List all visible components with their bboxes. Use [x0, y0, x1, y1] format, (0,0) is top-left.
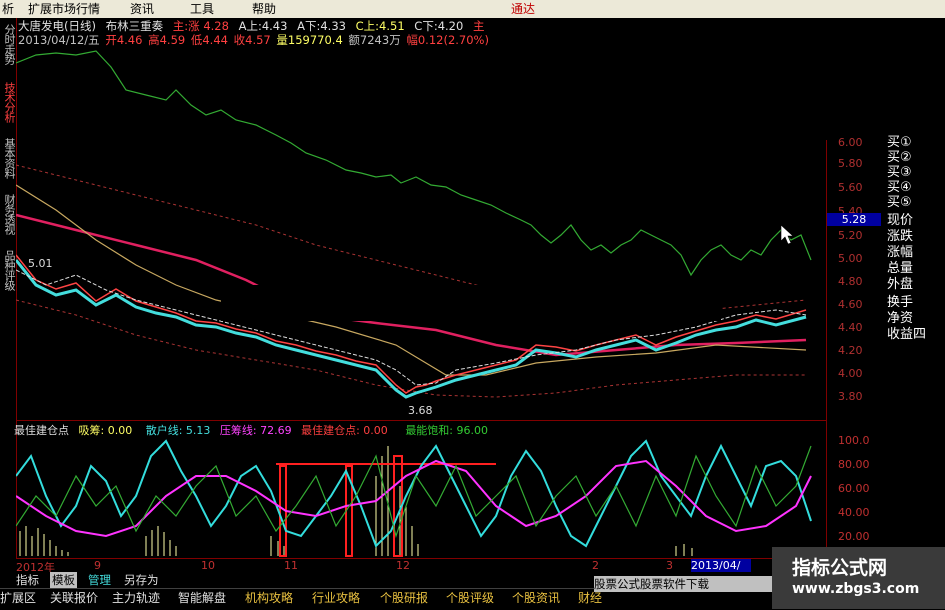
- main-up-value: 4.28: [203, 19, 229, 33]
- indicator-name: 布林三重奏: [105, 19, 164, 33]
- bid2-label: 买②: [887, 150, 912, 165]
- indicator-tick: 60.00: [838, 482, 870, 495]
- high-price-mark: 5.01: [28, 257, 53, 270]
- green-trend-line: [16, 50, 812, 277]
- status-item-main-track[interactable]: 主力轨迹: [112, 589, 160, 607]
- outer-volume-label: 外盘: [887, 277, 914, 292]
- yellow-ma-line: [16, 184, 807, 376]
- price-tick: 5.60: [838, 181, 863, 194]
- price-tick: 5.80: [838, 157, 863, 170]
- price-tick: 4.40: [838, 321, 863, 334]
- indicator-tick: 40.00: [838, 506, 870, 519]
- stock-title: 大唐发电(日线): [18, 19, 96, 33]
- pct-change-label: 涨幅: [887, 245, 914, 260]
- price-tick: 4.00: [838, 367, 863, 380]
- current-price-tag: 5.28: [827, 213, 881, 226]
- menu-item-tools[interactable]: 工具: [190, 0, 214, 18]
- tab-rating[interactable]: 品种评级: [1, 250, 16, 300]
- promo-banner[interactable]: 股票公式股票软件下载: [594, 576, 772, 592]
- menu-item-ext-market[interactable]: 扩展市场行情: [28, 0, 100, 18]
- tab-manage[interactable]: 管理: [88, 572, 111, 588]
- yellow-bars: [19, 446, 693, 556]
- green-indicator-line: [16, 445, 812, 539]
- time-tick: 2: [592, 559, 599, 572]
- axis-divider: [826, 140, 827, 558]
- occlusion-box: [221, 285, 721, 321]
- tab-intraday[interactable]: 分时走势: [1, 24, 16, 74]
- price-tick: 6.00: [838, 136, 863, 149]
- cursor-date-tag: 2013/04/: [691, 559, 751, 572]
- menu-item-info[interactable]: 资讯: [130, 0, 154, 18]
- earnings-label: 收益四: [887, 327, 927, 342]
- status-item-related-quote[interactable]: 关联报价: [50, 589, 98, 607]
- indicator-tick: 100.0: [838, 434, 870, 447]
- time-tick: 10: [201, 559, 215, 572]
- chart-header-line1: 大唐发电(日线) 布林三重奏 主:涨 4.28 A上:4.43 A下:4.33 …: [18, 19, 484, 33]
- change-label: 涨跌: [887, 229, 914, 244]
- price-tick: 4.80: [838, 275, 863, 288]
- price-tick: 5.20: [838, 229, 863, 242]
- time-tick: 12: [396, 559, 410, 572]
- pane-divider: [16, 420, 826, 421]
- trade-button[interactable]: 通达: [511, 0, 535, 18]
- price-tick: 5.00: [838, 252, 863, 265]
- price-tick: 3.80: [838, 390, 863, 403]
- status-item-industry[interactable]: 行业攻略: [312, 589, 360, 607]
- bid3-label: 买③: [887, 165, 912, 180]
- c-down-value: C下:4.20: [414, 19, 464, 33]
- watermark-logo: 指标公式网 www.zbgs3.com: [772, 547, 945, 609]
- tab-save-as[interactable]: 另存为: [124, 572, 159, 588]
- watermark-title: 指标公式网: [792, 557, 888, 579]
- quote-panel: 买① 买② 买③ 买④ 买⑤ 现价 涨跌 涨幅 总量 外盘 换手 净资 收益四: [885, 135, 945, 345]
- mouse-cursor-icon: [780, 224, 794, 245]
- status-item-news[interactable]: 个股资讯: [512, 589, 560, 607]
- header-tail: 主: [472, 19, 485, 33]
- a-down-value: A下:4.33: [297, 19, 346, 33]
- status-item-research[interactable]: 个股研报: [380, 589, 428, 607]
- c-up-value: C上:4.51: [355, 19, 405, 33]
- indicator-tick: 80.00: [838, 458, 870, 471]
- low-price-mark: 3.68: [408, 404, 433, 417]
- tab-indicator[interactable]: 指标: [16, 572, 39, 588]
- status-item-smart[interactable]: 智能解盘: [178, 589, 226, 607]
- watermark-url: www.zbgs3.com: [792, 581, 920, 597]
- price-tick: 4.60: [838, 298, 863, 311]
- time-tick: 9: [94, 559, 101, 572]
- bid5-label: 买⑤: [887, 195, 912, 210]
- total-volume-label: 总量: [887, 261, 914, 276]
- tab-fundamental[interactable]: 基本资料: [1, 138, 16, 188]
- bid4-label: 买④: [887, 180, 912, 195]
- status-item-ext[interactable]: 扩展区: [0, 589, 36, 607]
- indicator-tick: 20.00: [838, 530, 870, 543]
- price-tick: 4.20: [838, 344, 863, 357]
- bid1-label: 买①: [887, 135, 912, 150]
- indicator-chart[interactable]: [16, 436, 826, 558]
- left-tab-strip: 分时走势 技术分析 基本资料 财务透视 品种评级: [0, 18, 17, 558]
- price-chart[interactable]: 5.01 3.68: [16, 45, 826, 417]
- turnover-label: 换手: [887, 295, 914, 310]
- main-up-label: 主:涨: [172, 19, 200, 33]
- time-tick: 3: [666, 559, 673, 572]
- tab-template[interactable]: 模板: [50, 572, 77, 588]
- net-asset-label: 净资: [887, 311, 914, 326]
- menu-bar: 析 扩展市场行情 资讯 工具 帮助 通达: [0, 0, 945, 18]
- menu-item-analysis[interactable]: 析: [2, 0, 14, 18]
- status-item-institution[interactable]: 机构攻略: [245, 589, 293, 607]
- tab-technical[interactable]: 技术分析: [1, 82, 16, 132]
- time-tick: 11: [284, 559, 298, 572]
- a-up-value: A上:4.43: [238, 19, 288, 33]
- tab-financial[interactable]: 财务透视: [1, 194, 16, 244]
- menu-item-help[interactable]: 帮助: [252, 0, 276, 18]
- status-item-rating[interactable]: 个股评级: [446, 589, 494, 607]
- last-price-label: 现价: [887, 213, 914, 228]
